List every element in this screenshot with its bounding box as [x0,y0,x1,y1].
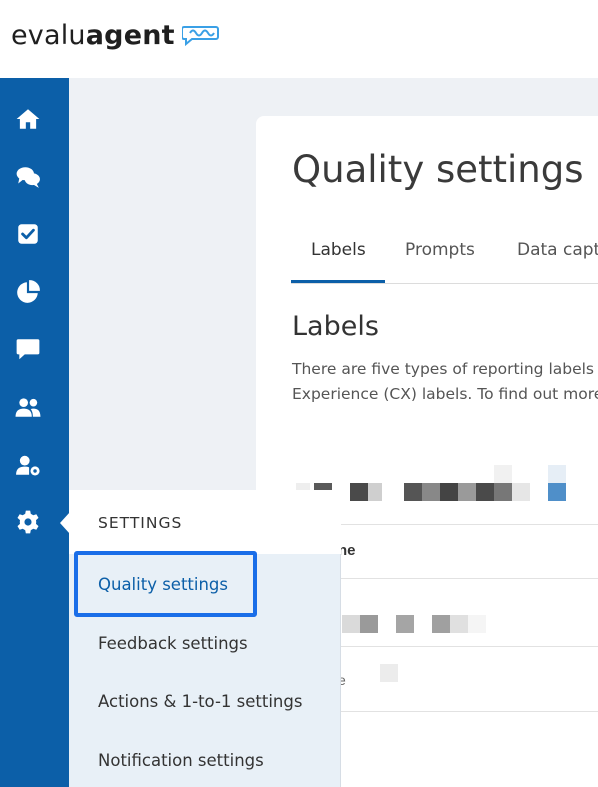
tab-data-capture[interactable]: Data capt [517,240,598,260]
menu-item-notification-settings[interactable]: Notification settings [98,751,264,770]
speech-wave-icon [182,26,219,46]
settings-menu: SETTINGS Quality settings Feedback setti… [69,490,341,787]
focus-highlight [74,551,257,617]
section-description: There are five types of reporting labels… [292,360,598,403]
logo[interactable]: evaluagent [11,20,175,51]
chat-bubbles-icon[interactable] [14,163,42,191]
top-bar: evaluagent [0,0,598,78]
user-gear-icon[interactable] [14,451,42,479]
page-title: Quality settings [292,148,584,191]
checkbox-icon[interactable] [14,220,42,248]
gear-icon[interactable] [14,508,42,536]
home-icon[interactable] [14,105,42,133]
redacted-cell [380,664,398,682]
menu-item-actions-settings[interactable]: Actions & 1-to-1 settings [98,692,302,711]
tab-labels[interactable]: Labels [311,240,366,260]
menu-header: SETTINGS [69,490,341,554]
menu-item-feedback-settings[interactable]: Feedback settings [98,634,248,653]
menu-heading: SETTINGS [98,514,183,532]
active-tab-indicator [291,280,385,283]
section-title: Labels [292,311,379,342]
tab-prompts[interactable]: Prompts [405,240,475,260]
message-icon[interactable] [14,335,42,363]
users-icon[interactable] [14,393,42,421]
pie-chart-icon[interactable] [14,278,42,306]
tab-bar: Labels Prompts Data capt [291,218,598,284]
